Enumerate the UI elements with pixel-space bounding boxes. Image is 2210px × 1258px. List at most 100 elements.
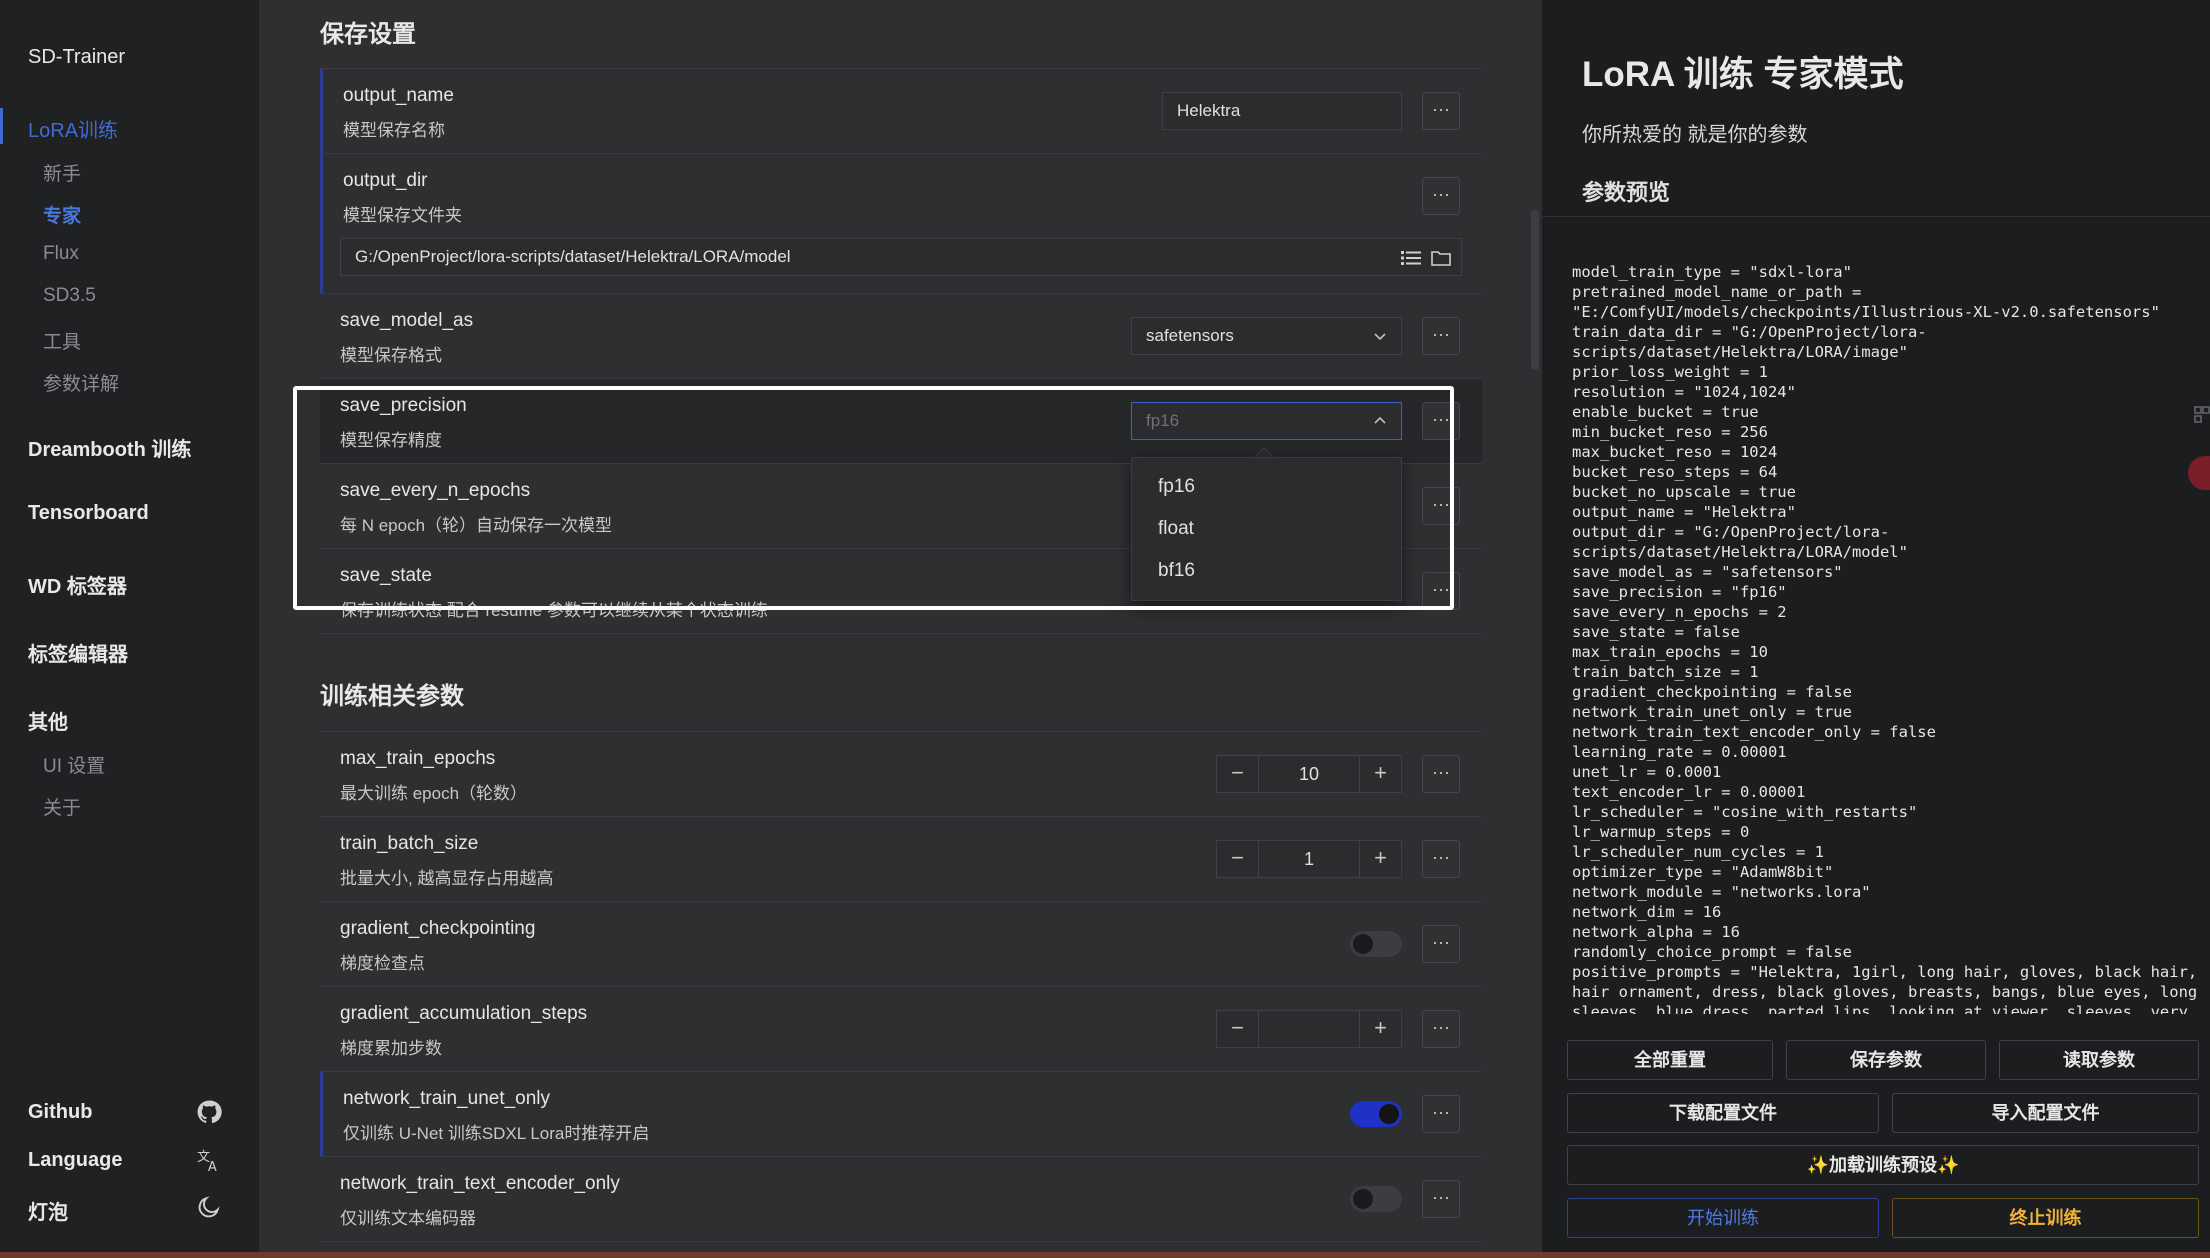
page-subtitle: 你所热爱的 就是你的参数 (1582, 124, 1808, 146)
gradient-checkpointing-toggle[interactable] (1350, 931, 1402, 957)
start-training-button[interactable]: 开始训练 (1567, 1198, 1879, 1238)
save-every-n-epochs-more-button[interactable]: ··· (1422, 487, 1460, 525)
toggle-knob (1353, 1189, 1373, 1209)
app-brand[interactable]: SD-Trainer (28, 46, 125, 69)
param-name: save_precision (340, 395, 467, 416)
decrement-button[interactable]: − (1217, 841, 1259, 877)
save-model-as-more-button[interactable]: ··· (1422, 317, 1460, 355)
network-train-text-encoder-only-toggle[interactable] (1350, 1186, 1402, 1212)
main-scrollbar[interactable] (1531, 210, 1539, 370)
param-desc: 模型保存精度 (340, 431, 442, 450)
nav-sub-flux[interactable]: Flux (43, 243, 79, 265)
nav-dreambooth[interactable]: Dreambooth 训练 (28, 433, 191, 462)
nav-other[interactable]: 其他 (28, 706, 68, 735)
param-desc: 仅训练文本编码器 (340, 1209, 476, 1228)
github-icon[interactable] (196, 1099, 222, 1125)
load-params-button[interactable]: 读取参数 (1999, 1040, 2199, 1080)
save-state-more-button[interactable]: ··· (1422, 572, 1460, 610)
param-desc: 最大训练 epoch（轮数） (340, 784, 528, 803)
preview-title: 参数预览 (1582, 180, 1671, 205)
output-dir-more-button[interactable]: ··· (1422, 177, 1460, 215)
save-model-as-select[interactable]: safetensors (1131, 317, 1402, 355)
nav-tag-editor[interactable]: 标签编辑器 (28, 638, 128, 667)
param-name: gradient_checkpointing (340, 918, 536, 939)
output-name-input[interactable]: Helektra (1162, 92, 1402, 130)
param-name: save_state (340, 565, 432, 586)
reset-all-button[interactable]: 全部重置 (1567, 1040, 1773, 1080)
download-config-button[interactable]: 下载配置文件 (1567, 1093, 1879, 1133)
stop-training-button[interactable]: 终止训练 (1892, 1198, 2199, 1238)
chevron-up-icon (1374, 416, 1386, 424)
nav-language[interactable]: Language (28, 1149, 122, 1172)
dropdown-option-bf16[interactable]: bf16 (1158, 560, 1195, 582)
nav-theme[interactable]: 灯泡 (28, 1196, 68, 1225)
select-value: safetensors (1146, 326, 1234, 345)
stepper-value[interactable] (1259, 1011, 1359, 1047)
nav-sub-sd35[interactable]: SD3.5 (43, 285, 96, 307)
network-train-unet-only-more-button[interactable]: ··· (1422, 1095, 1460, 1133)
output-name-more-button[interactable]: ··· (1422, 92, 1460, 130)
param-desc: 模型保存格式 (340, 346, 442, 365)
moon-icon[interactable] (196, 1194, 222, 1220)
nav-sub-param-details[interactable]: 参数详解 (43, 369, 119, 396)
decrement-button[interactable]: − (1217, 1011, 1259, 1047)
nav-sub-tools[interactable]: 工具 (43, 327, 81, 354)
stepper-value[interactable]: 10 (1259, 756, 1359, 792)
nav-github[interactable]: Github (28, 1101, 92, 1124)
gradient-accumulation-steps-more-button[interactable]: ··· (1422, 1010, 1460, 1048)
param-desc: 梯度检查点 (340, 954, 425, 973)
import-config-button[interactable]: 导入配置文件 (1892, 1093, 2199, 1133)
sidebar: SD-Trainer LoRA训练 新手 专家 Flux SD3.5 工具 参数… (0, 0, 260, 1258)
nav-lora-training[interactable]: LoRA训练 (28, 114, 118, 143)
grid-icon[interactable] (2194, 406, 2210, 424)
param-row-gradient-checkpointing: gradient_checkpointing 梯度检查点 (320, 902, 1482, 987)
load-preset-button[interactable]: ✨加载训练预设✨ (1567, 1145, 2199, 1185)
increment-button[interactable]: + (1359, 1011, 1401, 1047)
param-row-network-train-text-encoder-only: network_train_text_encoder_only 仅训练文本编码器 (320, 1157, 1482, 1242)
param-row-network-train-unet-only: network_train_unet_only 仅训练 U-Net 训练SDXL… (320, 1072, 1482, 1157)
dropdown-option-float[interactable]: float (1158, 518, 1194, 540)
param-desc: 批量大小, 越高显存占用越高 (340, 869, 554, 888)
gradient-accumulation-steps-stepper[interactable]: − + (1216, 1010, 1402, 1048)
nav-sub-about[interactable]: 关于 (43, 793, 81, 820)
param-desc: 仅训练 U-Net 训练SDXL Lora时推荐开启 (343, 1124, 650, 1143)
param-desc: 梯度累加步数 (340, 1039, 442, 1058)
nav-sub-beginner[interactable]: 新手 (43, 159, 81, 186)
folder-icon[interactable] (1431, 249, 1451, 267)
param-desc: 模型保存文件夹 (343, 206, 462, 225)
network-train-text-encoder-only-more-button[interactable]: ··· (1422, 1180, 1460, 1218)
stepper-value[interactable]: 1 (1259, 841, 1359, 877)
right-panel: LoRA 训练 专家模式 你所热爱的 就是你的参数 参数预览 model_tra… (1542, 0, 2210, 1258)
train-batch-size-stepper[interactable]: − 1 + (1216, 840, 1402, 878)
taskbar-edge (0, 1252, 2210, 1258)
nav-tensorboard[interactable]: Tensorboard (28, 502, 149, 525)
param-name: max_train_epochs (340, 748, 496, 769)
gradient-checkpointing-more-button[interactable]: ··· (1422, 925, 1460, 963)
translate-icon[interactable]: 文 A (196, 1147, 222, 1173)
active-nav-indicator (0, 108, 3, 144)
nav-sub-ui-settings[interactable]: UI 设置 (43, 751, 105, 778)
increment-button[interactable]: + (1359, 756, 1401, 792)
max-train-epochs-more-button[interactable]: ··· (1422, 755, 1460, 793)
save-precision-select[interactable]: fp16 (1131, 402, 1402, 440)
param-name: network_train_text_encoder_only (340, 1173, 620, 1194)
max-train-epochs-stepper[interactable]: − 10 + (1216, 755, 1402, 793)
save-precision-more-button[interactable]: ··· (1422, 402, 1460, 440)
param-name: gradient_accumulation_steps (340, 1003, 588, 1024)
nav-wd-tagger[interactable]: WD 标签器 (28, 570, 127, 599)
increment-button[interactable]: + (1359, 841, 1401, 877)
precision-dropdown: fp16 float bf16 (1131, 457, 1402, 601)
chevron-down-icon (1374, 333, 1386, 341)
decrement-button[interactable]: − (1217, 756, 1259, 792)
nav-sub-expert[interactable]: 专家 (43, 201, 81, 228)
param-desc: 每 N epoch（轮）自动保存一次模型 (340, 516, 613, 535)
dropdown-option-fp16[interactable]: fp16 (1158, 476, 1195, 498)
param-name: save_every_n_epochs (340, 480, 531, 501)
list-icon[interactable] (1401, 249, 1421, 267)
train-batch-size-more-button[interactable]: ··· (1422, 840, 1460, 878)
param-desc: 模型保存名称 (343, 121, 445, 140)
network-train-unet-only-toggle[interactable] (1350, 1101, 1402, 1127)
param-name: train_batch_size (340, 833, 479, 854)
output-dir-input[interactable]: G:/OpenProject/lora-scripts/dataset/Hele… (340, 238, 1462, 276)
save-params-button[interactable]: 保存参数 (1786, 1040, 1986, 1080)
